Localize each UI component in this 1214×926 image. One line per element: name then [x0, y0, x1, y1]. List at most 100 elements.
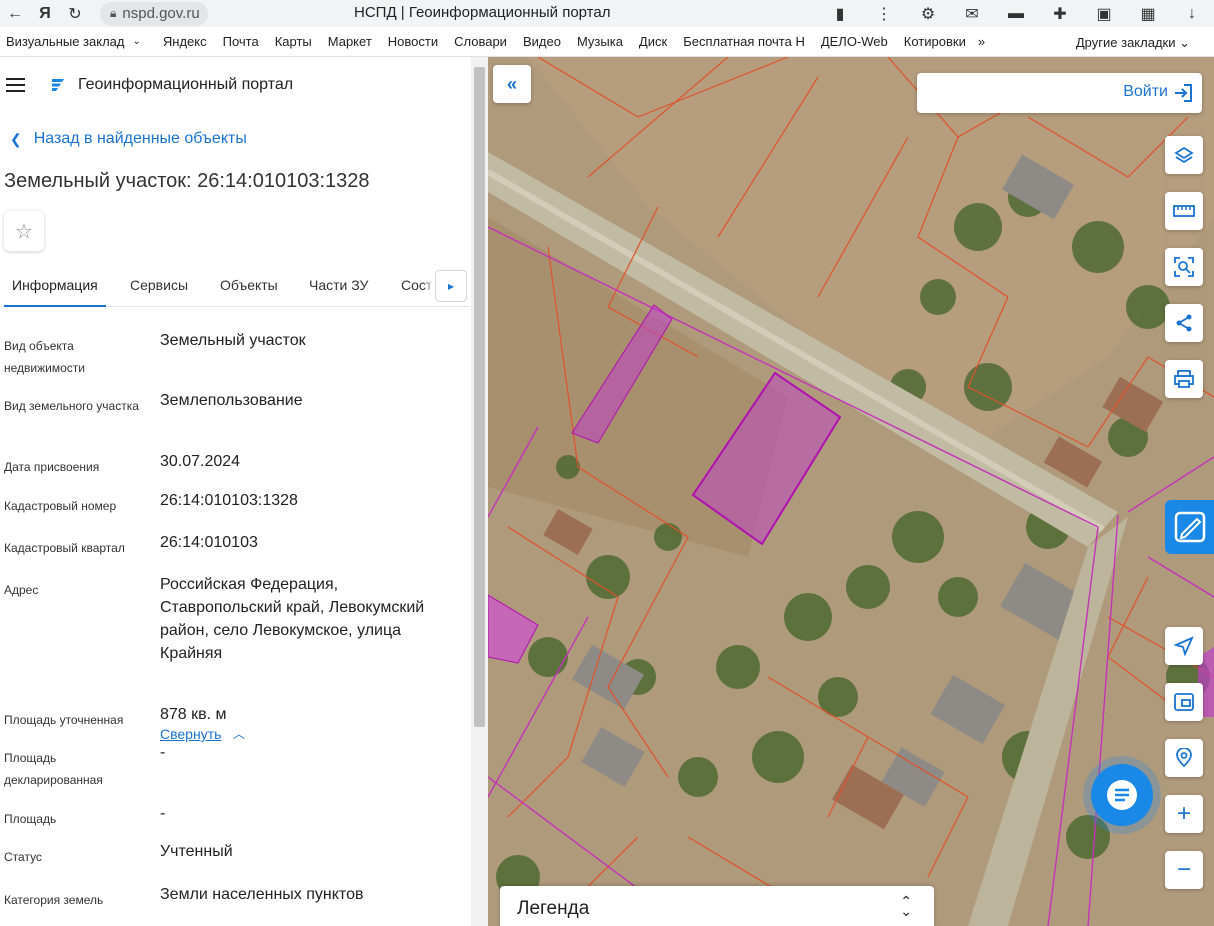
yandex-icon[interactable]: Я [30, 0, 60, 27]
bookmark-item[interactable]: Новости [380, 34, 446, 49]
info-key: Кадастровый номер [4, 499, 117, 513]
side-tab-button[interactable] [1165, 500, 1214, 554]
bookmark-item[interactable]: Почта [215, 34, 267, 49]
bookmark-item[interactable]: Котировки [896, 34, 974, 49]
area-search-icon [1174, 257, 1194, 277]
page-title: Земельный участок: 26:14:010103:1328 [4, 170, 370, 192]
chevron-down-icon[interactable]: ⌄ [132, 36, 140, 47]
printer-icon [1174, 370, 1194, 388]
layers-button[interactable] [1165, 136, 1203, 174]
zoom-in-button[interactable]: + [1165, 795, 1203, 833]
share-button[interactable] [1165, 304, 1203, 342]
layers-icon [1174, 146, 1194, 164]
more-bookmarks-icon[interactable]: » [974, 34, 985, 49]
collections-icon[interactable]: ▣ [1082, 0, 1126, 27]
info-panel: Геоинформационный портал ❮ Назад в найде… [0, 57, 488, 926]
info-key: Площадь декларированная [4, 751, 103, 787]
hat-icon[interactable]: ▬ [994, 0, 1038, 27]
collapse-panel-button[interactable]: « [493, 65, 531, 103]
plus-icon: + [1176, 800, 1191, 827]
back-to-results-link[interactable]: ❮ Назад в найденные объекты [10, 130, 247, 148]
tab-info[interactable]: Информация [12, 277, 98, 293]
address-bar[interactable]: 🔒︎ nspd.gov.ru [100, 1, 208, 26]
area-select-button[interactable] [1165, 248, 1203, 286]
login-button[interactable]: Войти [917, 73, 1202, 113]
bookmark-item[interactable]: ДЕЛО-Web [813, 34, 896, 49]
chat-bubble-icon [1107, 780, 1137, 810]
expand-collapse-icon[interactable]: ⌃ ⌄ [900, 894, 912, 918]
print-button[interactable] [1165, 360, 1203, 398]
minimap-icon [1174, 693, 1194, 711]
bookmark-item[interactable]: Музыка [569, 34, 631, 49]
location-pin-icon [1176, 748, 1192, 768]
info-value: - [160, 744, 166, 761]
tab-objects[interactable]: Объекты [220, 277, 278, 293]
info-key: Площадь [4, 812, 57, 826]
map-view[interactable]: « Войти + − Легенда ⌃ ⌄ [488, 57, 1214, 926]
portal-logo-icon [52, 79, 64, 91]
info-key: Вид объекта недвижимости [4, 339, 85, 375]
chat-button[interactable] [1091, 764, 1153, 826]
info-key: Дата присвоения [4, 460, 100, 474]
zoom-out-button[interactable]: − [1165, 851, 1203, 889]
scrollbar-thumb[interactable] [474, 67, 485, 727]
minimap-button[interactable] [1165, 683, 1203, 721]
bookmark-item[interactable]: Визуальные заклад [0, 34, 132, 49]
bookmark-item[interactable]: Бесплатная почта Н [675, 34, 813, 49]
menu-dots-icon[interactable]: ⋮ [862, 0, 906, 27]
active-tab-indicator [4, 305, 106, 307]
download-icon[interactable]: ↓ [1170, 0, 1214, 27]
measure-button[interactable] [1165, 192, 1203, 230]
tabs-scroll-right-button[interactable]: ▸ [435, 270, 467, 302]
favorite-star-button[interactable]: ☆ [4, 211, 44, 251]
collapse-link[interactable]: Свернуть [160, 726, 221, 742]
document-edit-icon [1174, 511, 1205, 543]
lock-icon: 🔒︎ [110, 6, 117, 20]
legend-panel[interactable]: Легенда ⌃ ⌄ [500, 886, 934, 926]
info-value: 30.07.2024 [160, 453, 241, 470]
bookmark-item[interactable]: Словари [446, 34, 515, 49]
info-value: 26:14:010103 [160, 534, 258, 551]
info-key: Кадастровый квартал [4, 541, 125, 555]
bookmark-icon[interactable]: ▮ [818, 0, 862, 27]
puzzle-icon[interactable]: ✚ [1038, 0, 1082, 27]
login-label: Войти [1123, 83, 1168, 100]
other-bookmarks[interactable]: Другие закладки ⌄ [1076, 35, 1190, 51]
bookmark-item[interactable]: Диск [631, 34, 675, 49]
bookmark-item[interactable]: Видео [515, 34, 569, 49]
info-key: Категория земель [4, 893, 104, 907]
info-key: Статус [4, 850, 42, 864]
browser-toolbar: ← Я ↻ 🔒︎ nspd.gov.ru НСПД | Геоинформаци… [0, 0, 1214, 27]
bookmark-item[interactable]: Яндекс [155, 34, 215, 49]
mail-icon[interactable]: ✉ [950, 0, 994, 27]
tab-services[interactable]: Сервисы [130, 277, 188, 293]
app-title: Геоинформационный портал [78, 76, 294, 93]
bookmarks-bar: Визуальные заклад ⌄ Яндекс Почта Карты М… [0, 27, 1214, 57]
address-value: Российская Федерация, Ставропольский кра… [160, 576, 425, 662]
info-value: Землепользование [160, 392, 303, 409]
reload-icon[interactable]: ↻ [60, 0, 90, 27]
chevron-right-icon: ▸ [447, 279, 455, 293]
tab-bar: Информация Сервисы Объекты Части ЗУ Сост… [0, 263, 470, 307]
chevron-up-icon[interactable]: ︿ [233, 725, 245, 742]
double-chevron-left-icon: « [506, 73, 517, 94]
hamburger-menu-icon[interactable] [6, 78, 34, 92]
info-value: Учтенный [160, 843, 233, 860]
bookmark-item[interactable]: Карты [267, 34, 320, 49]
legend-label: Легенда [517, 898, 590, 919]
tab-parts[interactable]: Части ЗУ [309, 277, 368, 293]
tab-title: НСПД | Геоинформационный портал [354, 4, 611, 21]
minus-icon: − [1176, 856, 1191, 883]
info-key: Площадь уточненная [4, 713, 124, 727]
archive-icon[interactable]: ▦ [1126, 0, 1170, 27]
info-value: 878 кв. м [160, 706, 227, 723]
back-arrow-icon[interactable]: ← [0, 0, 30, 27]
geolocation-button[interactable] [1165, 627, 1203, 665]
bookmark-item[interactable]: Маркет [320, 34, 380, 49]
panel-scrollbar[interactable] [471, 57, 488, 926]
info-value: 26:14:010103:1328 [160, 492, 298, 509]
location-search-button[interactable] [1165, 739, 1203, 777]
navigation-arrow-icon [1174, 636, 1194, 656]
extension-icon[interactable]: ⚙ [906, 0, 950, 27]
back-label: Назад в найденные объекты [33, 130, 247, 147]
